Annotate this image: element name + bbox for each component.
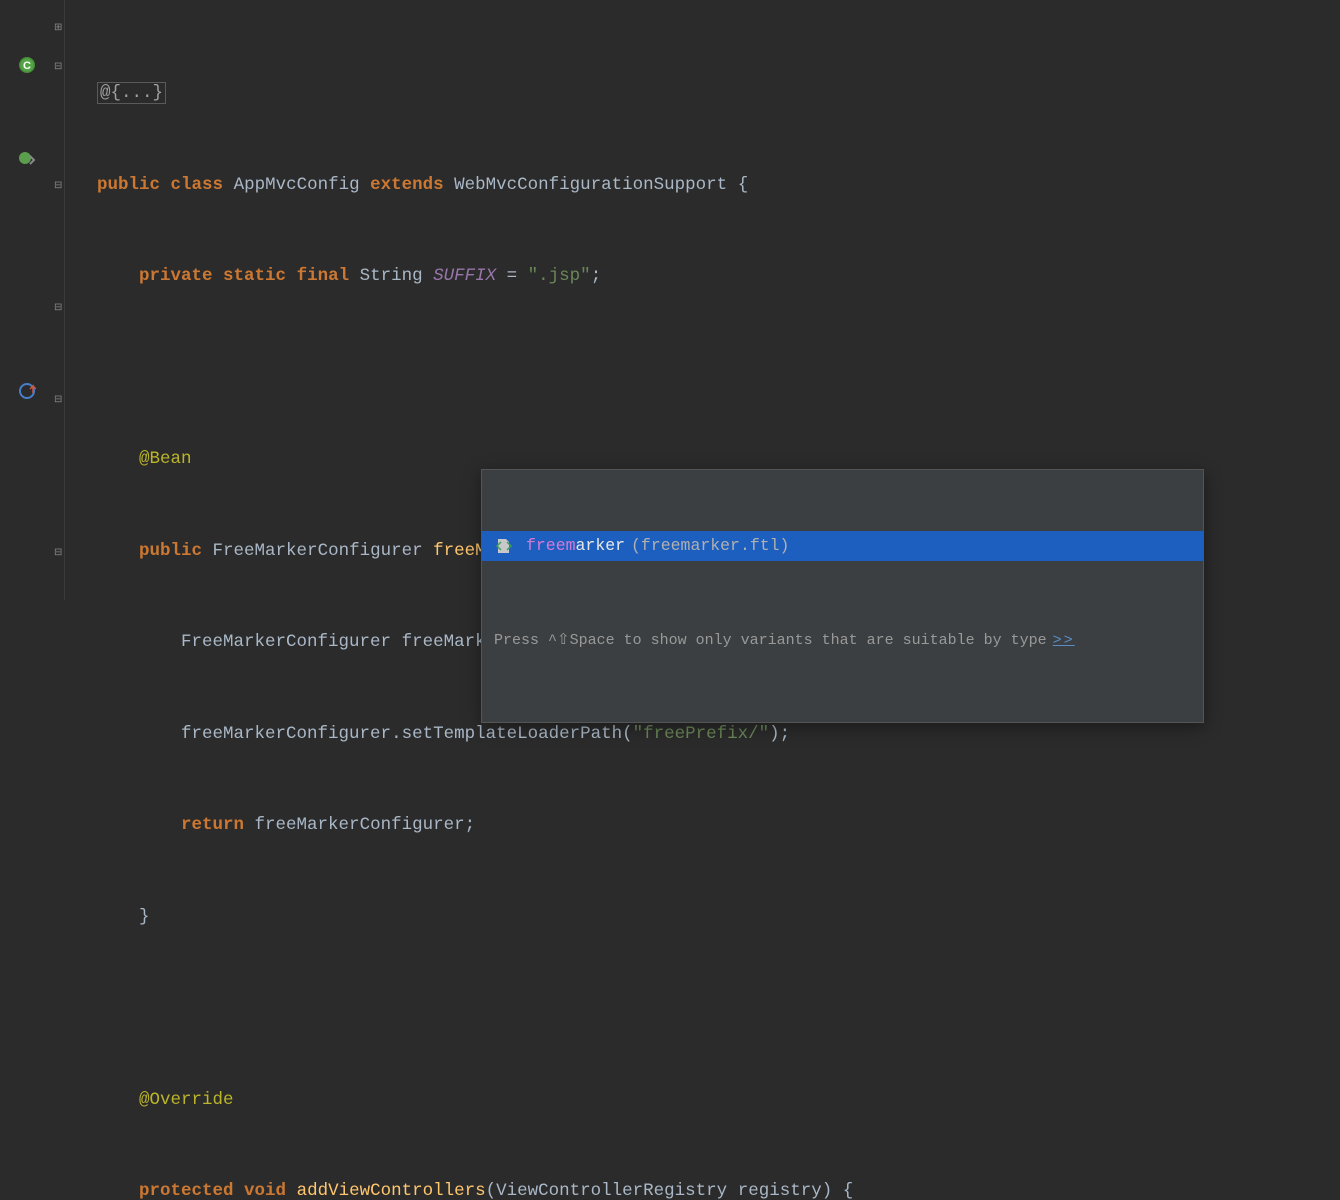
fold-toggle-icon[interactable]: ⊞ (54, 22, 65, 33)
fold-minus-icon[interactable]: ⊟ (54, 394, 65, 405)
code-line[interactable]: @{...} (65, 78, 1340, 109)
code-content-area[interactable]: @{...} public class AppMvcConfig extends… (65, 0, 1340, 600)
code-line[interactable]: @Override (65, 1085, 1340, 1116)
vertical-scrollbar[interactable] (1328, 0, 1340, 600)
fold-end-icon[interactable]: ⊟ (54, 302, 65, 313)
autocomplete-footer-text: Press ^⇧Space to show only variants that… (494, 626, 1047, 657)
file-template-icon (494, 536, 514, 556)
code-editor: C ⊞ ⊟ ⊟ ⊟ ⊟ ⊟ @{...} public class AppMvc… (0, 0, 1340, 600)
code-line[interactable]: private static final String SUFFIX = ".j… (65, 261, 1340, 292)
bean-gutter-icon[interactable] (18, 149, 36, 173)
override-gutter-icon[interactable] (18, 382, 36, 406)
autocomplete-footer: Press ^⇧Space to show only variants that… (482, 622, 1203, 661)
code-line[interactable]: protected void addViewControllers(ViewCo… (65, 1176, 1340, 1200)
code-line[interactable]: public class AppMvcConfig extends WebMvc… (65, 170, 1340, 201)
fold-minus-icon[interactable]: ⊟ (54, 61, 65, 72)
autocomplete-item[interactable]: freemarker(freemarker.ftl) (482, 531, 1203, 561)
svg-text:C: C (23, 60, 31, 72)
editor-gutter: C ⊞ ⊟ ⊟ ⊟ ⊟ ⊟ (0, 0, 65, 600)
code-line[interactable]: return freeMarkerConfigurer; (65, 810, 1340, 841)
class-gutter-icon[interactable]: C (18, 56, 36, 80)
fold-end-icon[interactable]: ⊟ (54, 547, 65, 558)
code-line[interactable]: } (65, 902, 1340, 933)
autocomplete-match-text: freem (526, 531, 576, 562)
autocomplete-hint-text: (freemarker.ftl) (631, 531, 789, 562)
folded-annotation[interactable]: @{...} (97, 82, 166, 104)
autocomplete-more-link[interactable]: >> (1053, 626, 1075, 657)
fold-minus-icon[interactable]: ⊟ (54, 180, 65, 191)
code-line[interactable] (65, 993, 1340, 1024)
autocomplete-rest-text: arker (576, 531, 626, 562)
autocomplete-popup: freemarker(freemarker.ftl) Press ^⇧Space… (481, 469, 1204, 723)
code-line[interactable]: freeMarkerConfigurer.setTemplateLoaderPa… (65, 719, 1340, 750)
code-line[interactable] (65, 353, 1340, 384)
